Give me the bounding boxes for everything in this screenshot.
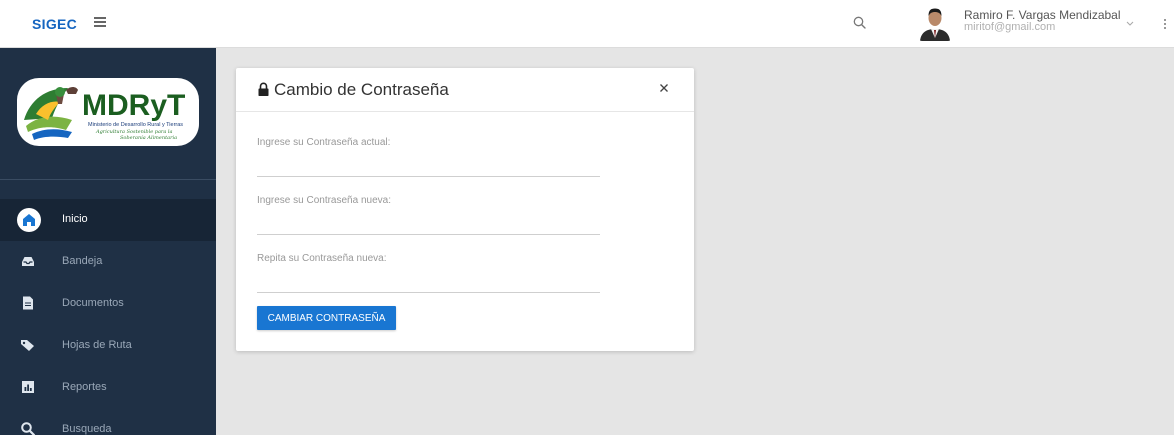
user-name[interactable]: Ramiro F. Vargas Mendizabal [964, 8, 1121, 22]
sidebar-item-busqueda[interactable]: Busqueda [0, 409, 216, 435]
close-icon[interactable] [658, 82, 670, 94]
logo-tagline-2: Soberanía Alimentaria [120, 134, 177, 141]
dialog-header: Cambio de Contraseña [236, 68, 694, 112]
sidebar-item-label: Hojas de Ruta [62, 339, 132, 351]
more-vertical-icon[interactable] [1162, 16, 1168, 32]
sidebar-item-bandeja[interactable]: Bandeja [0, 241, 216, 283]
current-password-input[interactable] [257, 153, 600, 177]
field-label: Ingrese su Contraseña actual: [257, 137, 391, 148]
field-label: Ingrese su Contraseña nueva: [257, 195, 391, 206]
repeat-password-input[interactable] [257, 269, 600, 293]
bar-chart-icon [22, 381, 34, 393]
sidebar-item-reportes[interactable]: Reportes [0, 367, 216, 409]
sidebar-item-hojas-de-ruta[interactable]: Hojas de Ruta [0, 325, 216, 367]
document-icon [23, 296, 33, 310]
user-avatar[interactable] [918, 5, 952, 41]
logo-text: MDRyT [82, 89, 185, 122]
sidebar-item-documentos[interactable]: Documentos [0, 283, 216, 325]
lock-icon [258, 82, 269, 96]
change-password-dialog: Cambio de Contraseña Ingrese su Contrase… [236, 68, 694, 351]
inbox-icon [22, 257, 34, 266]
new-password-input[interactable] [257, 211, 600, 235]
search-icon[interactable] [852, 15, 868, 31]
sidebar-item-label: Reportes [62, 381, 107, 393]
sidebar-item-inicio[interactable]: Inicio [0, 199, 216, 241]
home-icon [17, 208, 41, 232]
user-email: miritof@gmail.com [964, 21, 1056, 33]
sidebar-item-label: Inicio [62, 213, 88, 225]
logo-area: MDRyT Ministerio de Desarrollo Rural y T… [0, 48, 216, 180]
top-bar: SIGEC Ramiro F. Vargas Mendizabal mirito… [0, 0, 1174, 48]
dialog-title: Cambio de Contraseña [274, 80, 449, 99]
sidebar-item-label: Documentos [62, 297, 124, 309]
mdryt-logo: MDRyT Ministerio de Desarrollo Rural y T… [17, 78, 199, 146]
menu-toggle-icon[interactable] [94, 17, 106, 27]
sidebar-item-label: Bandeja [62, 255, 103, 267]
change-password-button[interactable]: CAMBIAR CONTRASEÑA [257, 306, 396, 330]
field-label: Repita su Contraseña nueva: [257, 253, 387, 264]
sidebar: MDRyT Ministerio de Desarrollo Rural y T… [0, 48, 216, 435]
sidebar-menu: Inicio Bandeja Documentos Hojas de Ruta [0, 199, 216, 435]
logo-subtitle: Ministerio de Desarrollo Rural y Tierras [88, 122, 183, 128]
chevron-down-icon[interactable] [1125, 18, 1135, 28]
tags-icon [21, 340, 34, 351]
app-brand[interactable]: SIGEC [32, 16, 77, 32]
search-icon [21, 422, 36, 435]
sidebar-item-label: Busqueda [62, 423, 112, 435]
